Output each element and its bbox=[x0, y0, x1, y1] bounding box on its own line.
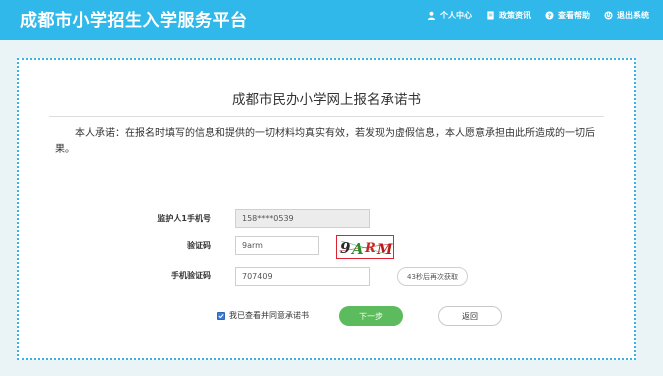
svg-text:R: R bbox=[364, 241, 376, 256]
back-button[interactable]: 返回 bbox=[438, 306, 502, 326]
captcha-input[interactable]: 9arm bbox=[235, 236, 319, 255]
title-divider bbox=[49, 116, 604, 117]
site-title: 成都市小学招生入学服务平台 bbox=[20, 11, 248, 31]
sms-code-label: 手机验证码 bbox=[171, 271, 211, 280]
help-icon: ? bbox=[545, 11, 554, 20]
commitment-text: 本人承诺：在报名时填写的信息和提供的一切材料均真实有效，若发现为虚假信息，本人愿… bbox=[55, 128, 595, 155]
captcha-image[interactable]: 9 A R M bbox=[336, 235, 394, 259]
nav-policy-news[interactable]: 政策资讯 bbox=[486, 10, 531, 21]
captcha-graphic: 9 A R M bbox=[338, 239, 393, 258]
sms-code-input[interactable]: 707409 bbox=[235, 267, 370, 286]
nav-label: 个人中心 bbox=[440, 11, 472, 20]
agree-checkbox[interactable] bbox=[217, 311, 225, 320]
svg-text:?: ? bbox=[548, 13, 552, 20]
nav-label: 政策资讯 bbox=[499, 11, 531, 20]
power-icon bbox=[604, 11, 613, 20]
svg-text:A: A bbox=[350, 240, 364, 258]
agree-label: 我已查看并同意承诺书 bbox=[229, 311, 309, 320]
page-title: 成都市民办小学网上报名承诺书 bbox=[232, 92, 421, 108]
svg-text:M: M bbox=[376, 242, 393, 258]
checkmark-icon bbox=[218, 313, 224, 318]
commitment-card: 成都市民办小学网上报名承诺书 本人承诺：在报名时填写的信息和提供的一切材料均真实… bbox=[17, 58, 636, 360]
phone-label: 监护人1手机号 bbox=[157, 214, 211, 223]
user-icon bbox=[427, 11, 436, 20]
document-icon bbox=[487, 11, 494, 20]
captcha-label: 验证码 bbox=[187, 241, 211, 250]
top-header: 成都市小学招生入学服务平台 个人中心 政策资讯 ? 查看帮助 退出系统 bbox=[0, 0, 663, 40]
nav-logout[interactable]: 退出系统 bbox=[604, 10, 649, 21]
nav-help[interactable]: ? 查看帮助 bbox=[545, 10, 590, 21]
phone-field[interactable]: 158****0539 bbox=[235, 209, 370, 228]
resend-sms-button[interactable]: 43秒后再次获取 bbox=[397, 267, 468, 286]
svg-text:9: 9 bbox=[340, 239, 351, 257]
header-nav: 个人中心 政策资讯 ? 查看帮助 退出系统 bbox=[427, 10, 649, 21]
nav-personal-center[interactable]: 个人中心 bbox=[427, 10, 472, 21]
next-button[interactable]: 下一步 bbox=[339, 306, 403, 326]
nav-label: 退出系统 bbox=[617, 11, 649, 20]
nav-label: 查看帮助 bbox=[558, 11, 590, 20]
agree-checkbox-row[interactable]: 我已查看并同意承诺书 bbox=[217, 310, 309, 321]
